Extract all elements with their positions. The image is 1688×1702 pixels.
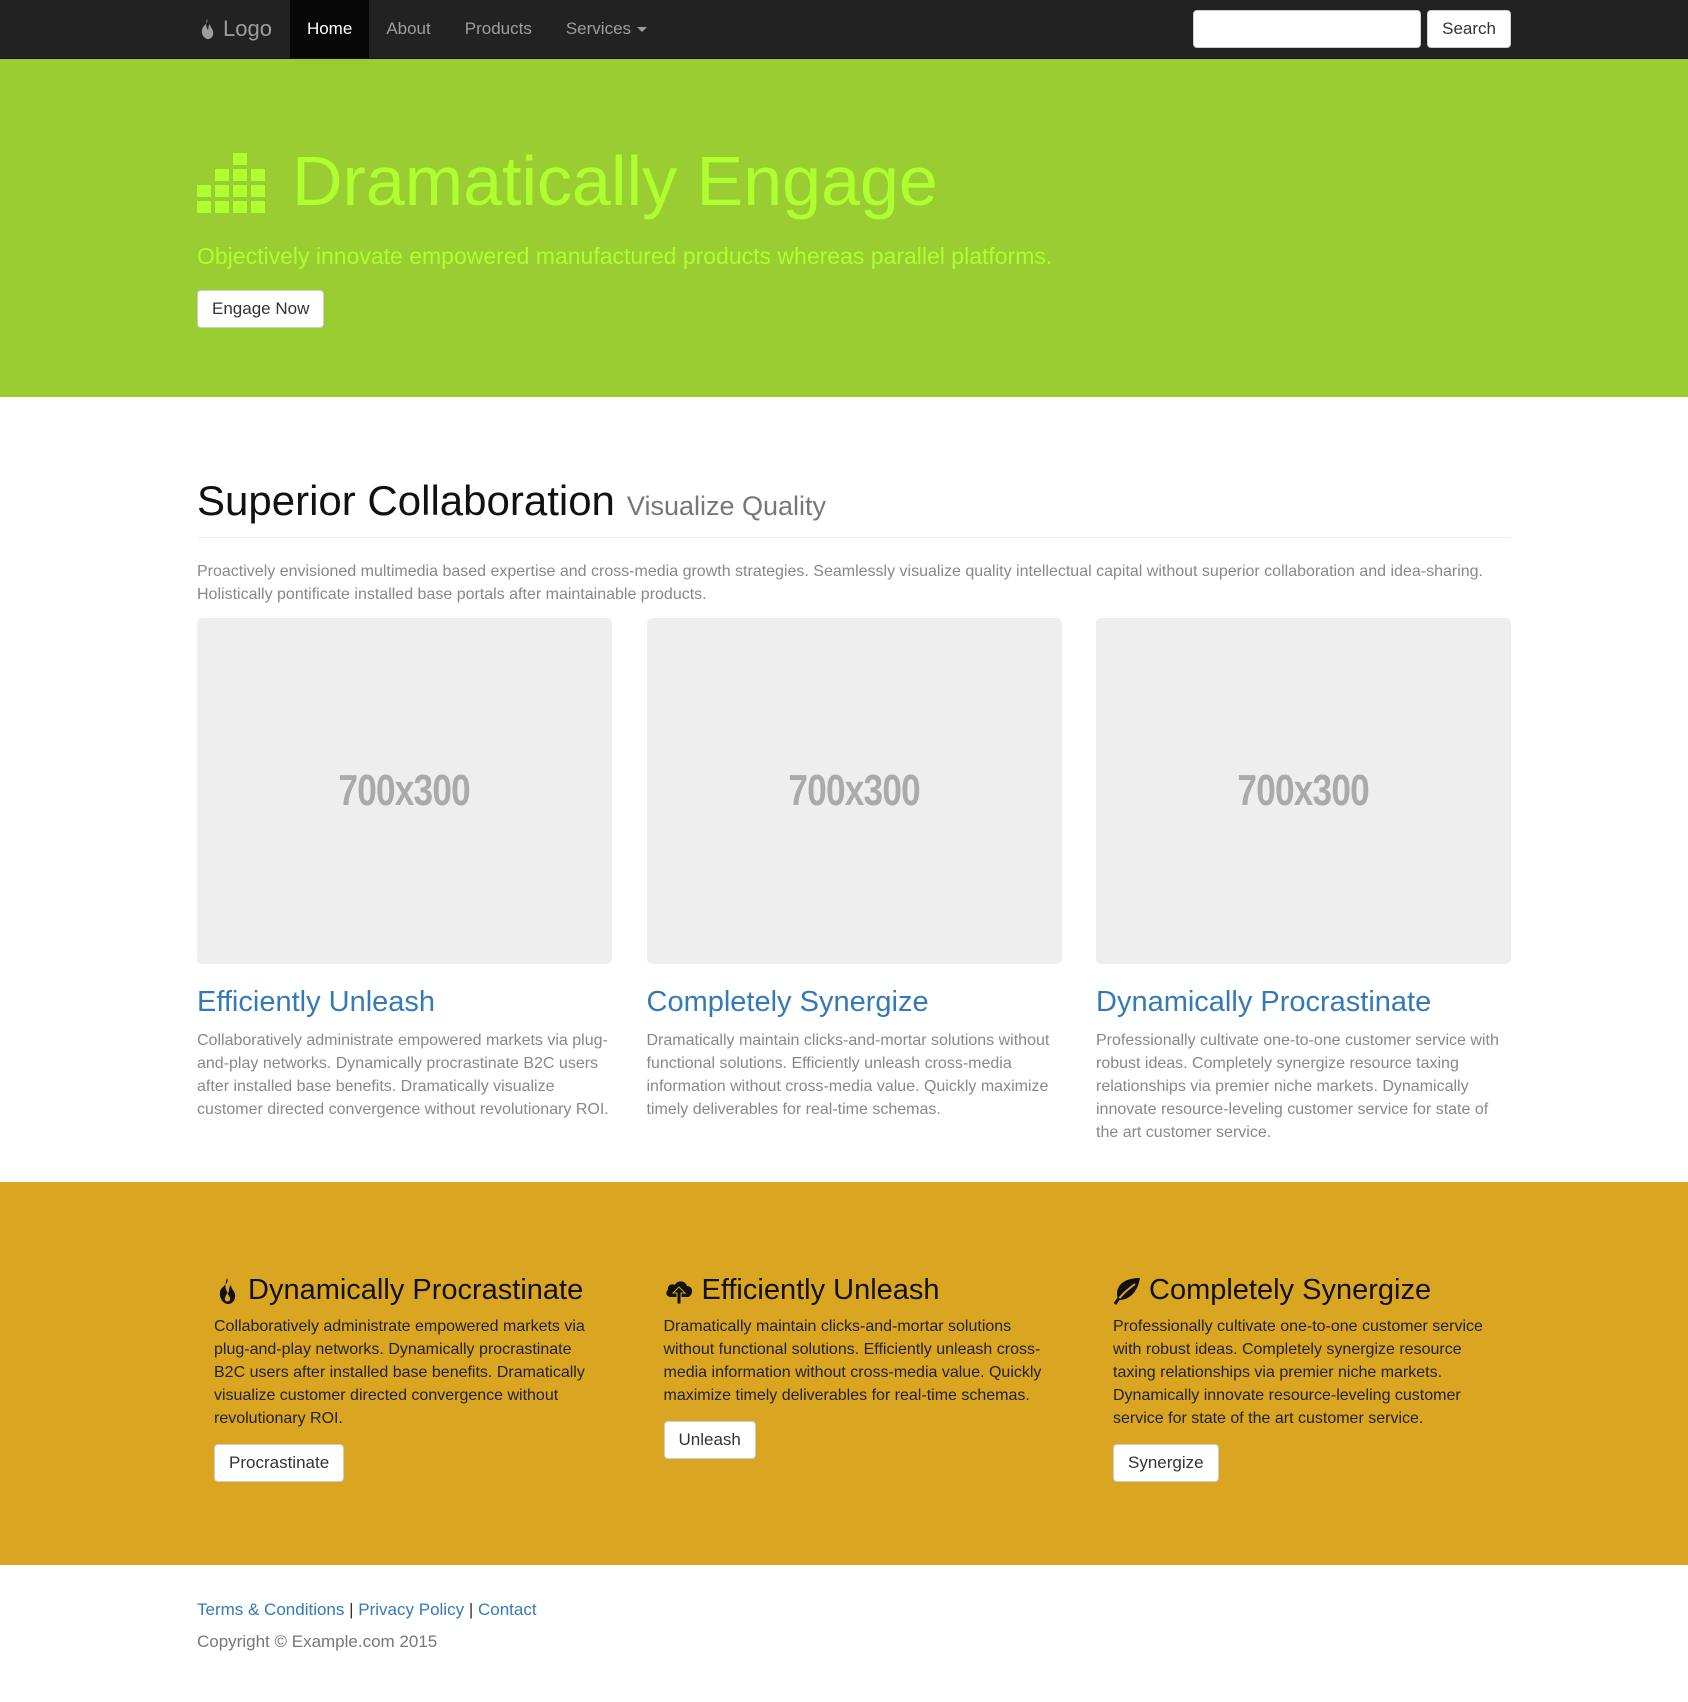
feature: Completely Synergize Professionally cult… xyxy=(1096,1274,1511,1482)
feature: Efficiently Unleash Dramatically maintai… xyxy=(647,1274,1062,1482)
section-intro: Proactively envisioned multimedia based … xyxy=(197,563,1483,603)
equalizer-icon xyxy=(197,153,265,213)
nav-item-about[interactable]: About xyxy=(369,0,447,58)
feature-heading: Dynamically Procrastinate xyxy=(214,1274,612,1307)
search-button[interactable]: Search xyxy=(1427,10,1511,48)
navbar: Logo Home About Products Services Search xyxy=(0,0,1688,59)
search-input[interactable] xyxy=(1193,10,1422,48)
hero-heading: Dramatically Engage xyxy=(197,141,1511,221)
unleash-button[interactable]: Unleash xyxy=(663,1421,756,1459)
contact-link[interactable]: Contact xyxy=(478,1600,537,1619)
procrastinate-button[interactable]: Procrastinate xyxy=(214,1444,345,1482)
hero-subtitle: Objectively innovate empowered manufactu… xyxy=(197,243,1053,269)
feature-heading: Completely Synergize xyxy=(1113,1274,1511,1307)
brand-text: Logo xyxy=(223,16,272,41)
feature-text: Collaboratively administrate empowered m… xyxy=(214,1318,585,1427)
footer: Terms & Conditions | Privacy Policy | Co… xyxy=(0,1565,1688,1652)
section-header: Superior Collaboration Visualize Quality xyxy=(197,477,1511,538)
card-title[interactable]: Completely Synergize xyxy=(647,986,1062,1019)
placeholder-label: 700x300 xyxy=(338,766,471,815)
leaf-icon xyxy=(1113,1277,1140,1305)
placeholder-label: 700x300 xyxy=(1237,766,1370,815)
feature-heading: Efficiently Unleash xyxy=(664,1274,1062,1307)
card-text: Professionally cultivate one-to-one cust… xyxy=(1096,1032,1499,1141)
link-separator: | xyxy=(349,1600,354,1619)
nav-item-services[interactable]: Services xyxy=(549,0,664,58)
main-nav: Home About Products Services xyxy=(289,0,664,58)
card: 700x300 Efficiently Unleash Collaborativ… xyxy=(197,618,612,1144)
feature-text: Professionally cultivate one-to-one cust… xyxy=(1113,1318,1483,1427)
footer-links: Terms & Conditions | Privacy Policy | Co… xyxy=(197,1600,1511,1620)
feature-title: Completely Synergize xyxy=(1149,1274,1432,1306)
nav-item-home[interactable]: Home xyxy=(289,0,370,58)
card-title[interactable]: Dynamically Procrastinate xyxy=(1096,986,1511,1019)
section-subtitle: Visualize Quality xyxy=(626,491,827,521)
feature-text: Dramatically maintain clicks-and-mortar … xyxy=(663,1318,1042,1404)
placeholder-image: 700x300 xyxy=(646,618,1062,964)
link-separator: | xyxy=(468,1600,474,1619)
placeholder-image: 700x300 xyxy=(1096,618,1511,964)
synergize-button[interactable]: Synergize xyxy=(1113,1444,1219,1482)
engage-now-button[interactable]: Engage Now xyxy=(197,290,325,328)
search-form: Search xyxy=(1193,10,1511,48)
features-band: Dynamically Procrastinate Collaborativel… xyxy=(0,1182,1688,1565)
caret-down-icon xyxy=(637,26,648,32)
feature-title: Dynamically Procrastinate xyxy=(248,1274,584,1306)
terms-link[interactable]: Terms & Conditions xyxy=(197,1600,344,1619)
placeholder-label: 700x300 xyxy=(788,766,920,815)
fire-icon xyxy=(201,19,214,39)
fire-icon xyxy=(219,1277,236,1304)
privacy-link[interactable]: Privacy Policy xyxy=(358,1600,464,1619)
card-title[interactable]: Efficiently Unleash xyxy=(197,986,612,1019)
collaboration-section: Superior Collaboration Visualize Quality… xyxy=(0,397,1688,1144)
cloud-upload-icon xyxy=(665,1280,692,1304)
hero-title: Dramatically Engage xyxy=(292,142,938,220)
section-title: Superior Collaboration xyxy=(197,477,615,524)
card-text: Dramatically maintain clicks-and-mortar … xyxy=(646,1032,1050,1118)
feature-title: Efficiently Unleash xyxy=(701,1274,940,1306)
copyright: Copyright © Example.com 2015 xyxy=(197,1632,438,1651)
nav-item-services-label: Services xyxy=(565,19,632,38)
card: 700x300 Completely Synergize Dramaticall… xyxy=(646,618,1062,1144)
card-text: Collaboratively administrate empowered m… xyxy=(197,1032,609,1118)
hero-jumbotron: Dramatically Engage Objectively innovate… xyxy=(0,59,1688,397)
card: 700x300 Dynamically Procrastinate Profes… xyxy=(1096,618,1511,1144)
nav-item-products[interactable]: Products xyxy=(448,0,549,58)
feature: Dynamically Procrastinate Collaborativel… xyxy=(197,1274,612,1482)
card-row: 700x300 Efficiently Unleash Collaborativ… xyxy=(197,618,1511,1144)
feature-row: Dynamically Procrastinate Collaborativel… xyxy=(197,1182,1511,1482)
placeholder-image: 700x300 xyxy=(197,618,612,964)
brand-logo[interactable]: Logo xyxy=(197,0,290,58)
